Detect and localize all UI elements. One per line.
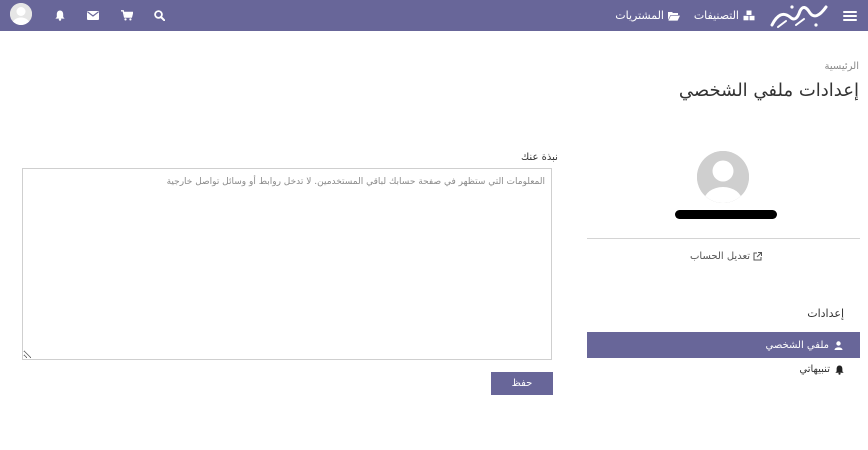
cart-icon[interactable] xyxy=(120,0,133,31)
bio-textarea[interactable] xyxy=(22,168,552,360)
bell-icon[interactable] xyxy=(54,0,66,31)
sidebar-item-my-profile[interactable]: ملفي الشخصي xyxy=(587,332,860,358)
save-button[interactable]: حفظ xyxy=(491,372,553,395)
user-silhouette-icon xyxy=(697,151,749,203)
search-icon[interactable] xyxy=(153,0,165,31)
folder-open-icon xyxy=(668,11,680,21)
top-navbar: التصنيفات المشتريات xyxy=(0,0,868,31)
user-avatar[interactable] xyxy=(10,3,32,25)
profile-avatar xyxy=(697,151,749,203)
site-logo[interactable] xyxy=(770,0,828,31)
bell-icon xyxy=(835,365,844,375)
sidebar-item-label: ملفي الشخصي xyxy=(765,339,829,351)
edit-account-label: تعديل الحساب xyxy=(690,251,751,262)
breadcrumb[interactable]: الرئيسية xyxy=(825,61,859,72)
external-link-icon xyxy=(753,252,763,261)
settings-heading: إعدادات xyxy=(807,307,844,320)
page-title: إعدادات ملفي الشخصي xyxy=(678,80,859,101)
nav-categories-label: التصنيفات xyxy=(693,9,739,22)
user-icon xyxy=(834,340,843,350)
profile-name-redacted xyxy=(675,210,777,219)
sidebar-item-label: تنبيهاتي xyxy=(799,364,830,375)
user-silhouette-icon xyxy=(10,3,32,25)
edit-account-link[interactable]: تعديل الحساب xyxy=(690,251,763,262)
sidebar-item-notifications[interactable]: تنبيهاتي xyxy=(799,364,844,375)
cubes-icon xyxy=(743,10,755,21)
logo-icon xyxy=(770,4,828,28)
nav-categories[interactable]: التصنيفات xyxy=(694,0,755,31)
profile-divider xyxy=(587,238,860,239)
nav-purchases[interactable]: المشتريات xyxy=(615,0,680,31)
bio-label: نبذة عنك xyxy=(521,152,558,163)
mail-icon[interactable] xyxy=(86,0,99,31)
menu-icon[interactable] xyxy=(843,0,857,31)
nav-purchases-label: المشتريات xyxy=(615,9,664,22)
